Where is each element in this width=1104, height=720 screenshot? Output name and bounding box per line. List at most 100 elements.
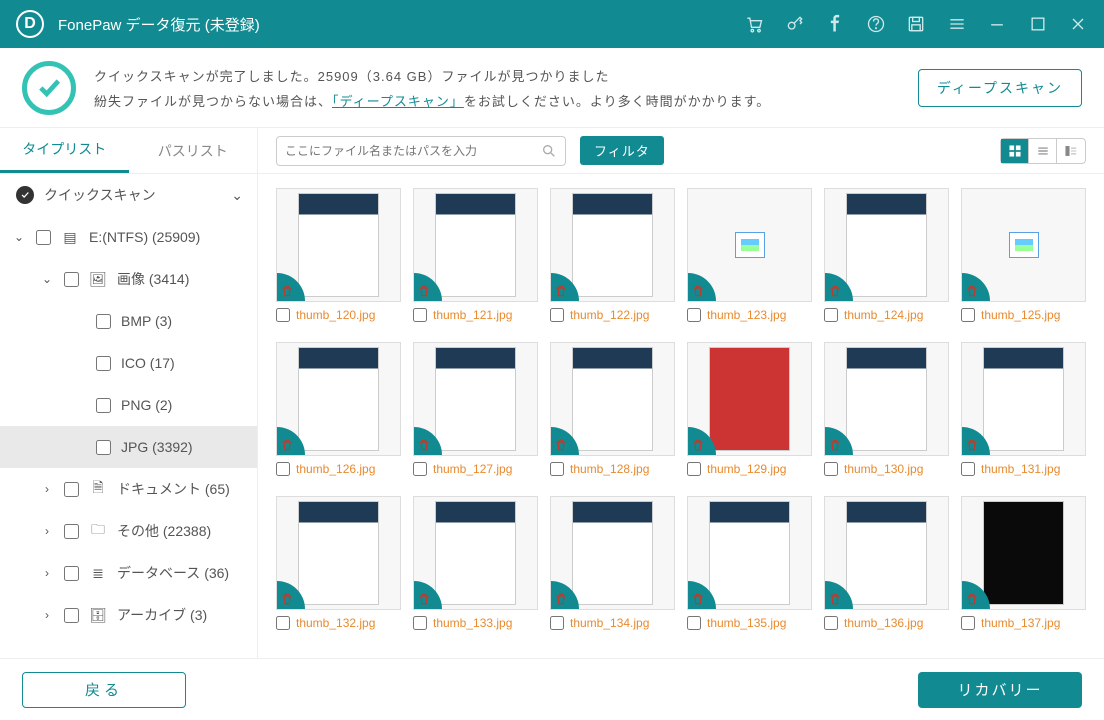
close-icon[interactable] — [1060, 6, 1096, 42]
thumbnail-checkbox[interactable] — [687, 308, 701, 322]
key-icon[interactable] — [777, 6, 813, 42]
thumbnail-image[interactable] — [687, 496, 812, 610]
search-icon[interactable] — [541, 143, 557, 159]
tree-docs[interactable]: › 🗎 ドキュメント (65) — [0, 468, 257, 510]
thumbnail-checkbox[interactable] — [276, 462, 290, 476]
thumbnail-item[interactable]: thumb_121.jpg — [413, 188, 538, 322]
tree-ico[interactable]: ICO (17) — [0, 342, 257, 384]
thumbnail-checkbox[interactable] — [550, 616, 564, 630]
thumbnail-image[interactable] — [413, 342, 538, 456]
maximize-icon[interactable] — [1020, 6, 1056, 42]
deep-scan-button[interactable]: ディープスキャン — [918, 69, 1082, 107]
tree-archive[interactable]: › 🗄 アーカイブ (3) — [0, 594, 257, 636]
chevron-right-icon[interactable]: › — [40, 608, 54, 622]
view-detail-button[interactable] — [1057, 139, 1085, 163]
thumbnail-item[interactable]: thumb_132.jpg — [276, 496, 401, 630]
tree-jpg[interactable]: JPG (3392) — [0, 426, 257, 468]
thumbnail-checkbox[interactable] — [687, 616, 701, 630]
tree-drive-checkbox[interactable] — [36, 230, 51, 245]
thumbnail-item[interactable]: thumb_137.jpg — [961, 496, 1086, 630]
tree-ico-checkbox[interactable] — [96, 356, 111, 371]
thumbnail-image[interactable] — [824, 496, 949, 610]
thumbnail-item[interactable]: thumb_134.jpg — [550, 496, 675, 630]
thumbnail-image[interactable] — [413, 496, 538, 610]
menu-icon[interactable] — [939, 6, 975, 42]
thumbnail-image[interactable] — [961, 496, 1086, 610]
thumbnail-image[interactable] — [687, 342, 812, 456]
thumbnail-image[interactable] — [961, 188, 1086, 302]
thumbnail-item[interactable]: thumb_131.jpg — [961, 342, 1086, 476]
cart-icon[interactable] — [736, 6, 772, 42]
tree-quick-scan[interactable]: クイックスキャン ⌄ — [0, 174, 257, 216]
thumbnail-item[interactable]: thumb_122.jpg — [550, 188, 675, 322]
chevron-right-icon[interactable]: › — [40, 524, 54, 538]
thumbnail-image[interactable] — [687, 188, 812, 302]
deep-scan-link[interactable]: 「ディープスキャン」 — [332, 94, 464, 109]
recover-button[interactable]: リカバリー — [918, 672, 1082, 708]
thumbnail-item[interactable]: thumb_135.jpg — [687, 496, 812, 630]
tree-images-checkbox[interactable] — [64, 272, 79, 287]
thumbnail-image[interactable] — [276, 496, 401, 610]
thumbnail-checkbox[interactable] — [276, 308, 290, 322]
thumbnail-checkbox[interactable] — [961, 308, 975, 322]
thumbnail-item[interactable]: thumb_136.jpg — [824, 496, 949, 630]
help-icon[interactable] — [858, 6, 894, 42]
minimize-icon[interactable] — [979, 6, 1015, 42]
tree-png-checkbox[interactable] — [96, 398, 111, 413]
thumbnail-item[interactable]: thumb_120.jpg — [276, 188, 401, 322]
thumbnail-item[interactable]: thumb_129.jpg — [687, 342, 812, 476]
thumbnail-checkbox[interactable] — [824, 462, 838, 476]
thumbnail-item[interactable]: thumb_124.jpg — [824, 188, 949, 322]
thumbnail-image[interactable] — [824, 188, 949, 302]
thumbnail-image[interactable] — [550, 496, 675, 610]
facebook-icon[interactable] — [817, 6, 853, 42]
chevron-down-icon[interactable]: ⌄ — [231, 187, 243, 204]
save-icon[interactable] — [898, 6, 934, 42]
chevron-right-icon[interactable]: › — [40, 482, 54, 496]
thumbnail-item[interactable]: thumb_126.jpg — [276, 342, 401, 476]
tab-path-list[interactable]: パスリスト — [129, 128, 258, 173]
thumbnail-image[interactable] — [550, 188, 675, 302]
thumbnail-checkbox[interactable] — [550, 462, 564, 476]
thumbnail-item[interactable]: thumb_125.jpg — [961, 188, 1086, 322]
filter-button[interactable]: フィルタ — [580, 136, 664, 165]
tree-docs-checkbox[interactable] — [64, 482, 79, 497]
thumbnail-checkbox[interactable] — [550, 308, 564, 322]
thumbnail-image[interactable] — [961, 342, 1086, 456]
tree-db-checkbox[interactable] — [64, 566, 79, 581]
thumbnail-item[interactable]: thumb_130.jpg — [824, 342, 949, 476]
chevron-right-icon[interactable]: › — [40, 566, 54, 580]
thumbnail-item[interactable]: thumb_128.jpg — [550, 342, 675, 476]
tab-type-list[interactable]: タイプリスト — [0, 128, 129, 173]
thumbnail-image[interactable] — [413, 188, 538, 302]
thumbnail-checkbox[interactable] — [961, 616, 975, 630]
tree-bmp[interactable]: BMP (3) — [0, 300, 257, 342]
view-list-button[interactable] — [1029, 139, 1057, 163]
thumbnail-checkbox[interactable] — [413, 462, 427, 476]
thumbnail-item[interactable]: thumb_123.jpg — [687, 188, 812, 322]
chevron-down-icon[interactable]: ⌄ — [12, 230, 26, 244]
tree-bmp-checkbox[interactable] — [96, 314, 111, 329]
view-grid-button[interactable] — [1001, 139, 1029, 163]
thumbnail-checkbox[interactable] — [961, 462, 975, 476]
tree-drive[interactable]: ⌄ ▤ E:(NTFS) (25909) — [0, 216, 257, 258]
thumbnail-checkbox[interactable] — [824, 616, 838, 630]
tree-images[interactable]: ⌄ 🖼 画像 (3414) — [0, 258, 257, 300]
thumbnail-checkbox[interactable] — [276, 616, 290, 630]
tree-archive-checkbox[interactable] — [64, 608, 79, 623]
thumbnail-checkbox[interactable] — [413, 616, 427, 630]
tree-db[interactable]: › ≣ データベース (36) — [0, 552, 257, 594]
thumbnail-image[interactable] — [550, 342, 675, 456]
thumbnail-image[interactable] — [824, 342, 949, 456]
thumbnail-item[interactable]: thumb_127.jpg — [413, 342, 538, 476]
thumbnail-image[interactable] — [276, 188, 401, 302]
thumbnail-checkbox[interactable] — [413, 308, 427, 322]
tree-jpg-checkbox[interactable] — [96, 440, 111, 455]
tree-other[interactable]: › 🗀 その他 (22388) — [0, 510, 257, 552]
back-button[interactable]: 戻る — [22, 672, 186, 708]
thumbnail-item[interactable]: thumb_133.jpg — [413, 496, 538, 630]
tree-png[interactable]: PNG (2) — [0, 384, 257, 426]
thumbnail-checkbox[interactable] — [687, 462, 701, 476]
thumbnail-image[interactable] — [276, 342, 401, 456]
chevron-down-icon[interactable]: ⌄ — [40, 272, 54, 286]
